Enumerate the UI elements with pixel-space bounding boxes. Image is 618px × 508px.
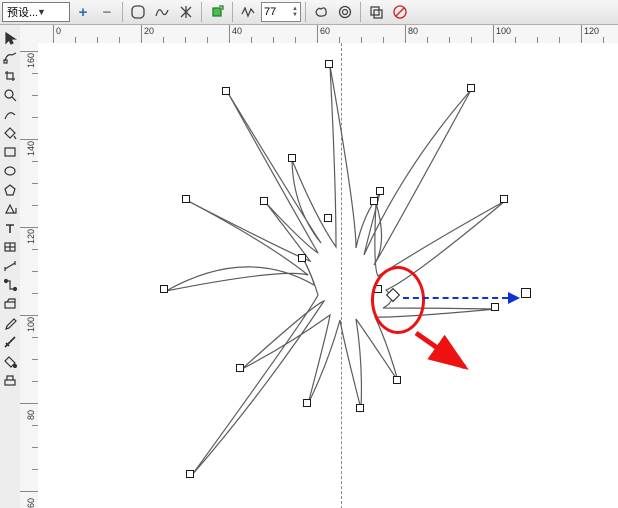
shape-node[interactable] [288,154,296,162]
chevron-down-icon: ▼ [37,7,67,17]
ruler-v-label: 60 [26,498,36,508]
ruler-h-label: 40 [232,26,242,36]
shape-node[interactable] [182,195,190,203]
freehand-tool[interactable] [1,105,19,123]
shape-node[interactable] [467,84,475,92]
shape-node[interactable] [260,197,268,205]
shape-node[interactable] [222,87,230,95]
text-tool[interactable] [1,219,19,237]
ruler-h-label: 0 [56,26,61,36]
inner-shape-button[interactable] [310,1,332,23]
options-toolbar: 预设... ▼ + − 77 ▲▼ [0,0,618,25]
new-shape-button[interactable] [206,1,228,23]
separator [232,2,233,22]
outline-tool[interactable] [1,333,19,351]
ellipse-tool[interactable] [1,162,19,180]
shape-node[interactable] [491,303,499,311]
connector-tool[interactable] [1,276,19,294]
zoom-tool[interactable] [1,86,19,104]
ruler-v-label: 140 [26,141,36,156]
pick-tool[interactable] [1,29,19,47]
copy-shape-button[interactable] [365,1,387,23]
shape-node[interactable] [298,254,306,262]
randomize-button[interactable] [237,1,259,23]
spinner-icon[interactable]: ▲▼ [292,6,298,18]
effects-tool[interactable] [1,295,19,313]
shape-node[interactable] [325,60,333,68]
shape-node[interactable] [376,187,384,195]
crop-tool[interactable] [1,67,19,85]
boundary-mode-button[interactable] [127,1,149,23]
fill-tool[interactable] [1,352,19,370]
shape-tool[interactable] [1,48,19,66]
ruler-h-label: 20 [144,26,154,36]
shape-node[interactable] [160,285,168,293]
pinwheel-mode-button[interactable] [175,1,197,23]
annotation-arrow [407,314,488,395]
shape-node[interactable] [236,364,244,372]
preset-dropdown[interactable]: 预设... ▼ [2,2,70,22]
control-target-node[interactable] [521,288,531,298]
separator [305,2,306,22]
shape-node[interactable] [393,376,401,384]
rectangle-tool[interactable] [1,143,19,161]
interactive-fill-tool[interactable] [1,371,19,389]
remove-preset-button[interactable]: − [96,1,118,23]
control-handle-line[interactable] [403,297,508,299]
add-preset-button[interactable]: + [72,1,94,23]
ruler-h-label: 80 [408,26,418,36]
shape-node[interactable] [303,399,311,407]
table-tool[interactable] [1,238,19,256]
smart-fill-tool[interactable] [1,124,19,142]
left-toolbox [0,25,21,508]
shape-node[interactable] [324,214,332,222]
ruler-v-label: 100 [26,317,36,332]
canvas[interactable] [38,43,618,508]
control-handle-arrow-icon[interactable] [508,292,520,304]
separator [122,2,123,22]
ruler-v-label: 160 [26,53,36,68]
ruler-v-label: 80 [26,410,36,420]
smooth-mode-button[interactable] [151,1,173,23]
eyedropper-tool[interactable] [1,314,19,332]
ruler-vertical: 160 140 120 100 80 60 [20,43,39,508]
delete-shape-button[interactable] [389,1,411,23]
shape-node[interactable] [370,197,378,205]
preset-label: 预设... [7,4,37,20]
shape-node[interactable] [356,404,364,412]
randomize-amount-field[interactable]: 77 ▲▼ [261,2,301,22]
dimension-tool[interactable] [1,257,19,275]
outer-ring-button[interactable] [334,1,356,23]
separator [201,2,202,22]
ruler-horizontal: 0 20 40 60 80 100 120 [20,25,618,44]
separator [360,2,361,22]
ruler-h-label: 100 [496,26,511,36]
ruler-h-label: 120 [584,26,599,36]
shape-drawing [38,43,618,508]
ruler-h-label: 60 [320,26,330,36]
randomize-value: 77 [264,6,290,18]
workspace: 0 20 40 60 80 100 120 160 140 120 100 80 60 [0,25,618,508]
shape-node[interactable] [500,195,508,203]
polygon-tool[interactable] [1,181,19,199]
ruler-v-label: 120 [26,229,36,244]
basic-shapes-tool[interactable] [1,200,19,218]
shape-node[interactable] [186,470,194,478]
